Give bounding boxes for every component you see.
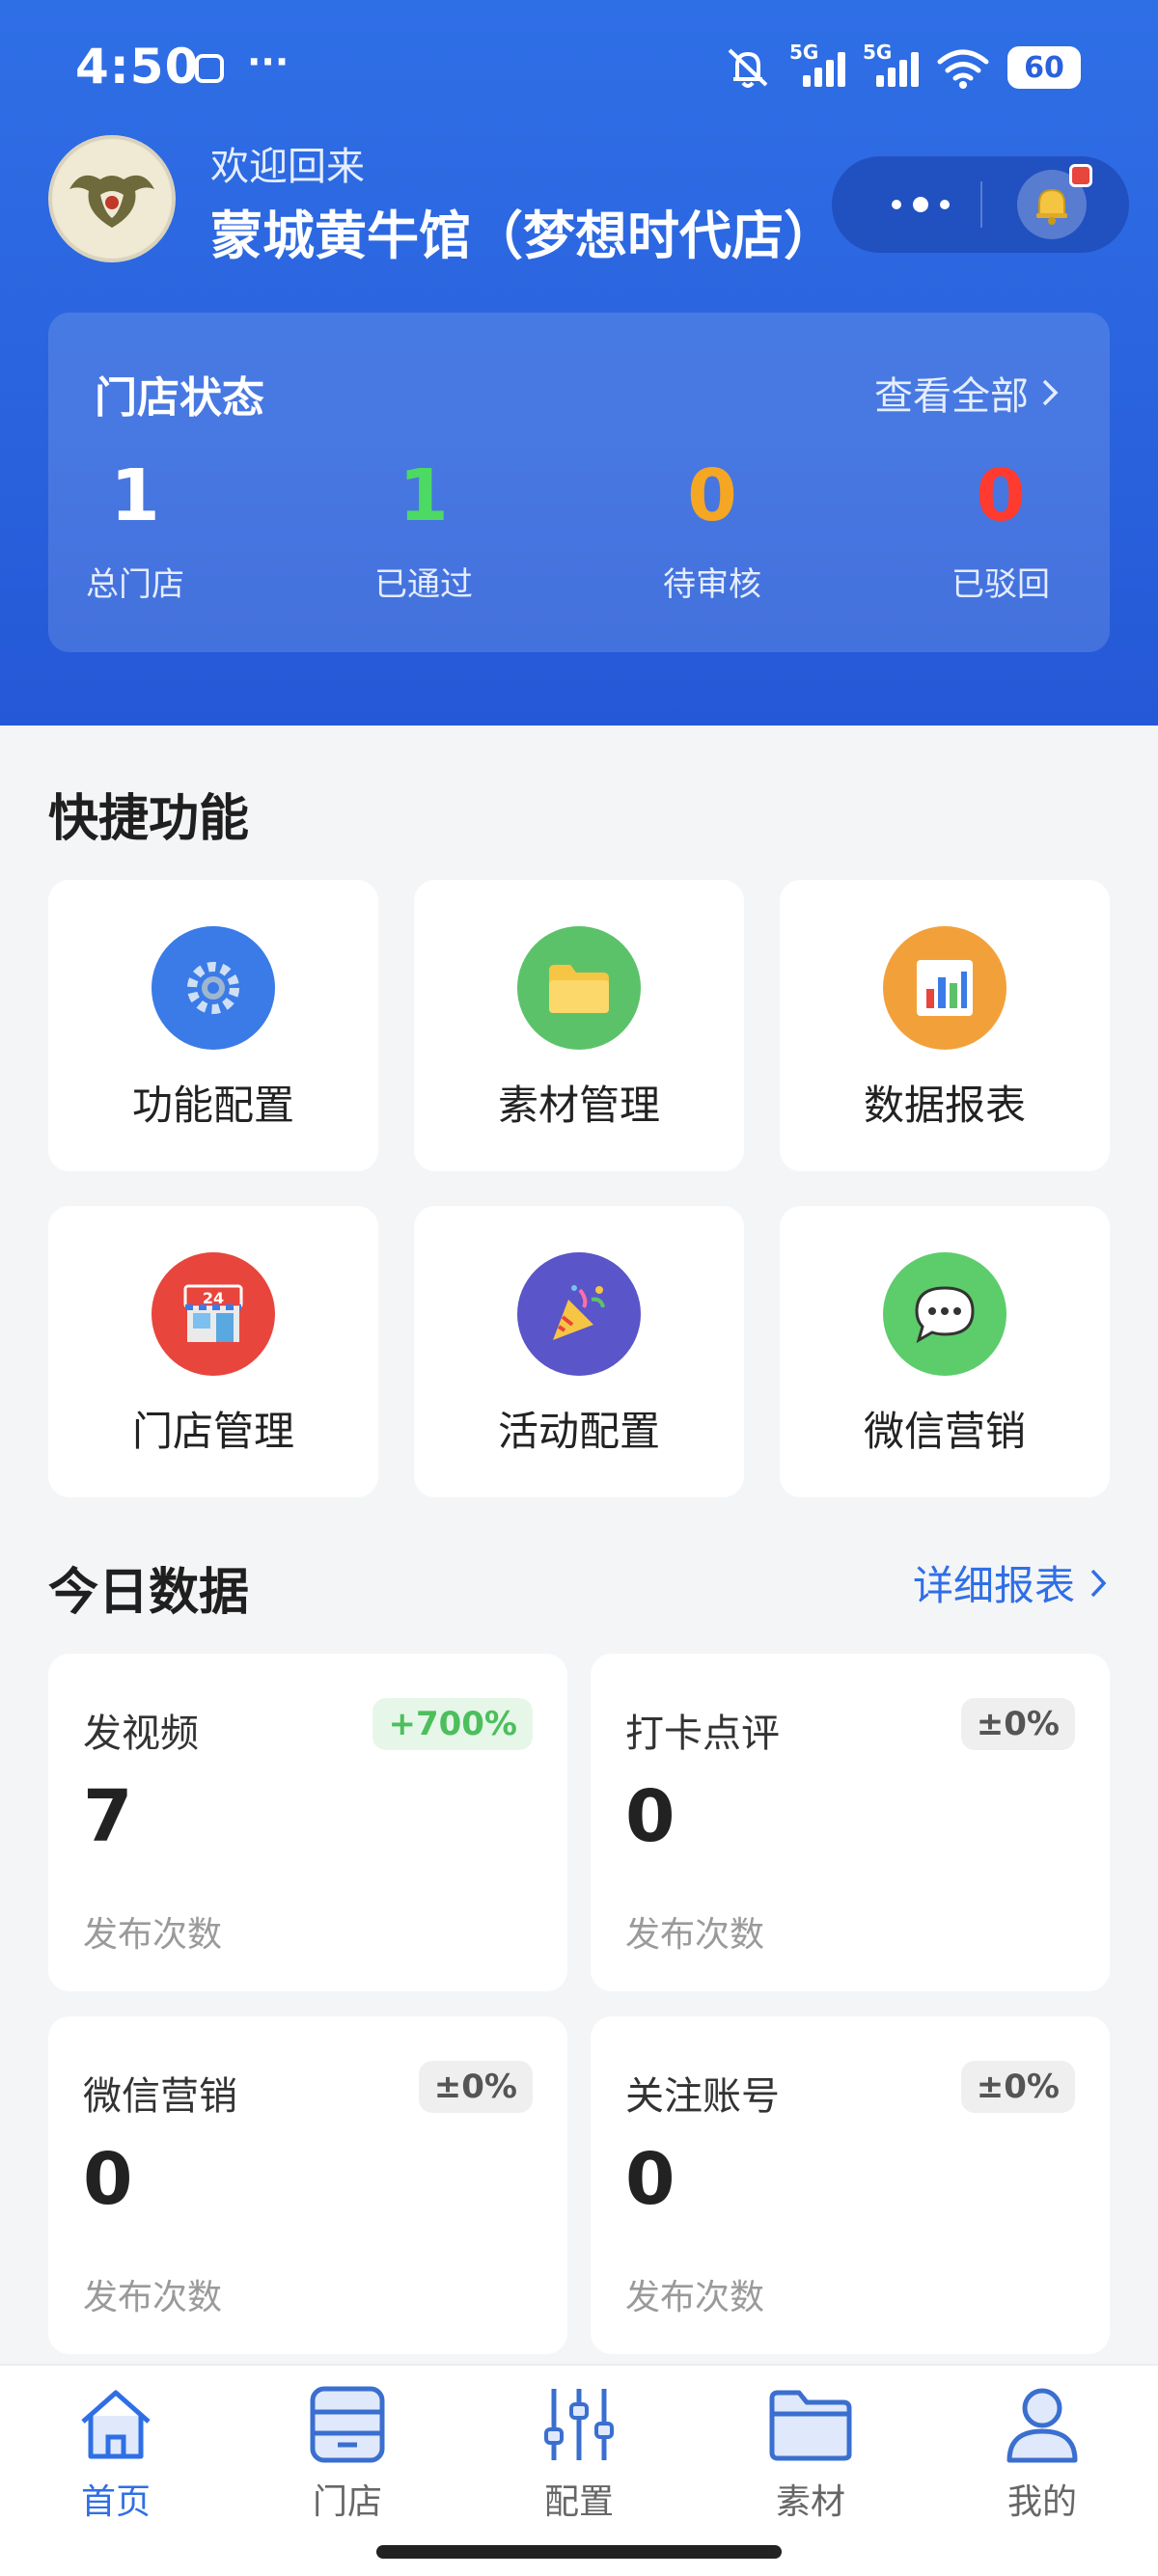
stat-label: 已驳回 (951, 565, 1050, 604)
tab-label: 素材 (775, 2482, 845, 2522)
chevron-right-icon (1042, 379, 1059, 406)
data-card-value: 0 (83, 2138, 133, 2221)
tab-store[interactable]: 门店 (261, 2381, 434, 2524)
data-card-follow-accounts[interactable]: 关注账号 ±0% 0 发布次数 (591, 2016, 1110, 2354)
stat-value: 0 (687, 454, 737, 537)
quick-item-materials[interactable]: 素材管理 (414, 880, 744, 1171)
more-notifications-icon: ··· (247, 41, 290, 83)
more-menu-button[interactable] (872, 178, 969, 232)
stat-label: 待审核 (663, 565, 761, 604)
notification-app-icon (195, 54, 224, 83)
quick-item-activity-config[interactable]: 活动配置 (414, 1206, 744, 1497)
battery-indicator: 60 (1007, 46, 1081, 89)
quick-item-reports[interactable]: 数据报表 (780, 880, 1110, 1171)
store-status-title: 门店状态 (95, 373, 264, 423)
tab-label: 门店 (312, 2482, 382, 2522)
tab-home[interactable]: 首页 (29, 2381, 203, 2524)
tab-label: 首页 (80, 2482, 151, 2522)
notification-button[interactable] (1017, 164, 1092, 239)
folder-icon (769, 2390, 852, 2461)
quick-item-label: 微信营销 (863, 1408, 1026, 1455)
quick-functions-title: 快捷功能 (48, 790, 250, 848)
mute-icon (728, 48, 768, 88)
mini-program-capsule (832, 156, 1129, 253)
detail-report-link[interactable]: 详细报表 (913, 1553, 1108, 1612)
signal-icon-2: 5G (863, 41, 919, 89)
data-card-label: 微信营销 (83, 2074, 237, 2119)
home-icon (81, 2390, 151, 2459)
stat-total-stores[interactable]: 1 总门店 (48, 457, 222, 605)
quick-item-label: 素材管理 (497, 1082, 660, 1129)
today-data-title: 今日数据 (48, 1564, 250, 1622)
data-card-videos[interactable]: 发视频 +700% 7 发布次数 (48, 1654, 567, 1991)
quick-item-label: 门店管理 (131, 1408, 294, 1455)
quick-item-label: 功能配置 (131, 1082, 294, 1129)
store-logo (48, 135, 176, 262)
stat-label: 总门店 (86, 565, 184, 604)
status-time: 4:50 (75, 39, 200, 95)
tab-materials[interactable]: 素材 (724, 2381, 897, 2524)
change-badge: ±0% (418, 2061, 533, 2113)
change-badge: ±0% (960, 1698, 1075, 1750)
change-badge: +700% (372, 1698, 533, 1750)
bottom-tab-bar: 首页 门店 配置 素材 我的 (0, 2364, 1158, 2528)
store-icon: 24 (152, 1252, 275, 1376)
store-name[interactable]: 蒙城黄牛馆（梦想时代店） (210, 193, 836, 269)
chart-icon (883, 926, 1006, 1050)
folder-icon (517, 926, 641, 1050)
stat-value: 0 (976, 454, 1026, 537)
data-card-checkin-reviews[interactable]: 打卡点评 ±0% 0 发布次数 (591, 1654, 1110, 1991)
welcome-text: 欢迎回来 (210, 145, 365, 189)
data-card-sub: 发布次数 (625, 1915, 765, 1955)
quick-item-feature-config[interactable]: 功能配置 (48, 880, 378, 1171)
chat-bubble-icon (883, 1252, 1006, 1376)
quick-item-label: 数据报表 (863, 1082, 1026, 1129)
view-all-label: 查看全部 (874, 374, 1029, 419)
data-card-sub: 发布次数 (83, 2278, 223, 2317)
view-all-link[interactable]: 查看全部 (874, 365, 1060, 421)
data-card-sub: 发布次数 (83, 1915, 223, 1955)
user-icon (1006, 2388, 1078, 2463)
change-badge: ±0% (960, 2061, 1075, 2113)
quick-item-wechat-marketing[interactable]: 微信营销 (780, 1206, 1110, 1497)
data-card-label: 打卡点评 (625, 1712, 780, 1756)
store-status-card: 门店状态 查看全部 1 总门店 1 已通过 0 待审核 0 已驳回 (48, 313, 1110, 652)
stat-approved[interactable]: 1 已通过 (337, 457, 510, 605)
stat-value: 1 (399, 454, 449, 537)
tab-config[interactable]: 配置 (492, 2381, 666, 2524)
party-icon (517, 1252, 641, 1376)
stat-value: 1 (110, 454, 160, 537)
data-card-sub: 发布次数 (625, 2278, 765, 2317)
header-banner: 4:50 ··· 5G 5G 60 欢迎回来 蒙城黄牛馆（梦想时代店） 门店状态… (0, 0, 1158, 726)
data-card-wechat-marketing[interactable]: 微信营销 ±0% 0 发布次数 (48, 2016, 567, 2354)
stat-pending[interactable]: 0 待审核 (625, 457, 799, 605)
sliders-icon (544, 2389, 614, 2460)
notification-badge (1069, 164, 1092, 187)
data-card-value: 7 (83, 1775, 133, 1858)
tab-label: 配置 (543, 2482, 614, 2522)
capsule-divider (980, 181, 982, 228)
quick-item-label: 活动配置 (497, 1408, 660, 1455)
store-box-icon (310, 2386, 385, 2463)
data-card-value: 0 (625, 2138, 676, 2221)
tab-mine[interactable]: 我的 (955, 2381, 1129, 2524)
data-card-value: 0 (625, 1775, 676, 1858)
wifi-icon (937, 49, 989, 89)
tab-label: 我的 (1006, 2482, 1077, 2522)
detail-report-label: 详细报表 (912, 1562, 1075, 1609)
signal-icon: 5G (789, 41, 845, 89)
chevron-right-icon (1090, 1569, 1107, 1597)
status-bar: 4:50 ··· 5G 5G 60 (0, 0, 1158, 135)
stat-rejected[interactable]: 0 已驳回 (914, 457, 1088, 605)
data-card-label: 关注账号 (625, 2074, 780, 2119)
status-icons: 5G 5G 60 (724, 41, 1081, 93)
stat-label: 已通过 (374, 565, 473, 604)
bell-icon (1036, 188, 1067, 225)
data-card-label: 发视频 (83, 1712, 199, 1756)
quick-item-store-management[interactable]: 24 门店管理 (48, 1206, 378, 1497)
home-indicator[interactable] (376, 2545, 782, 2559)
gear-icon (152, 926, 275, 1050)
